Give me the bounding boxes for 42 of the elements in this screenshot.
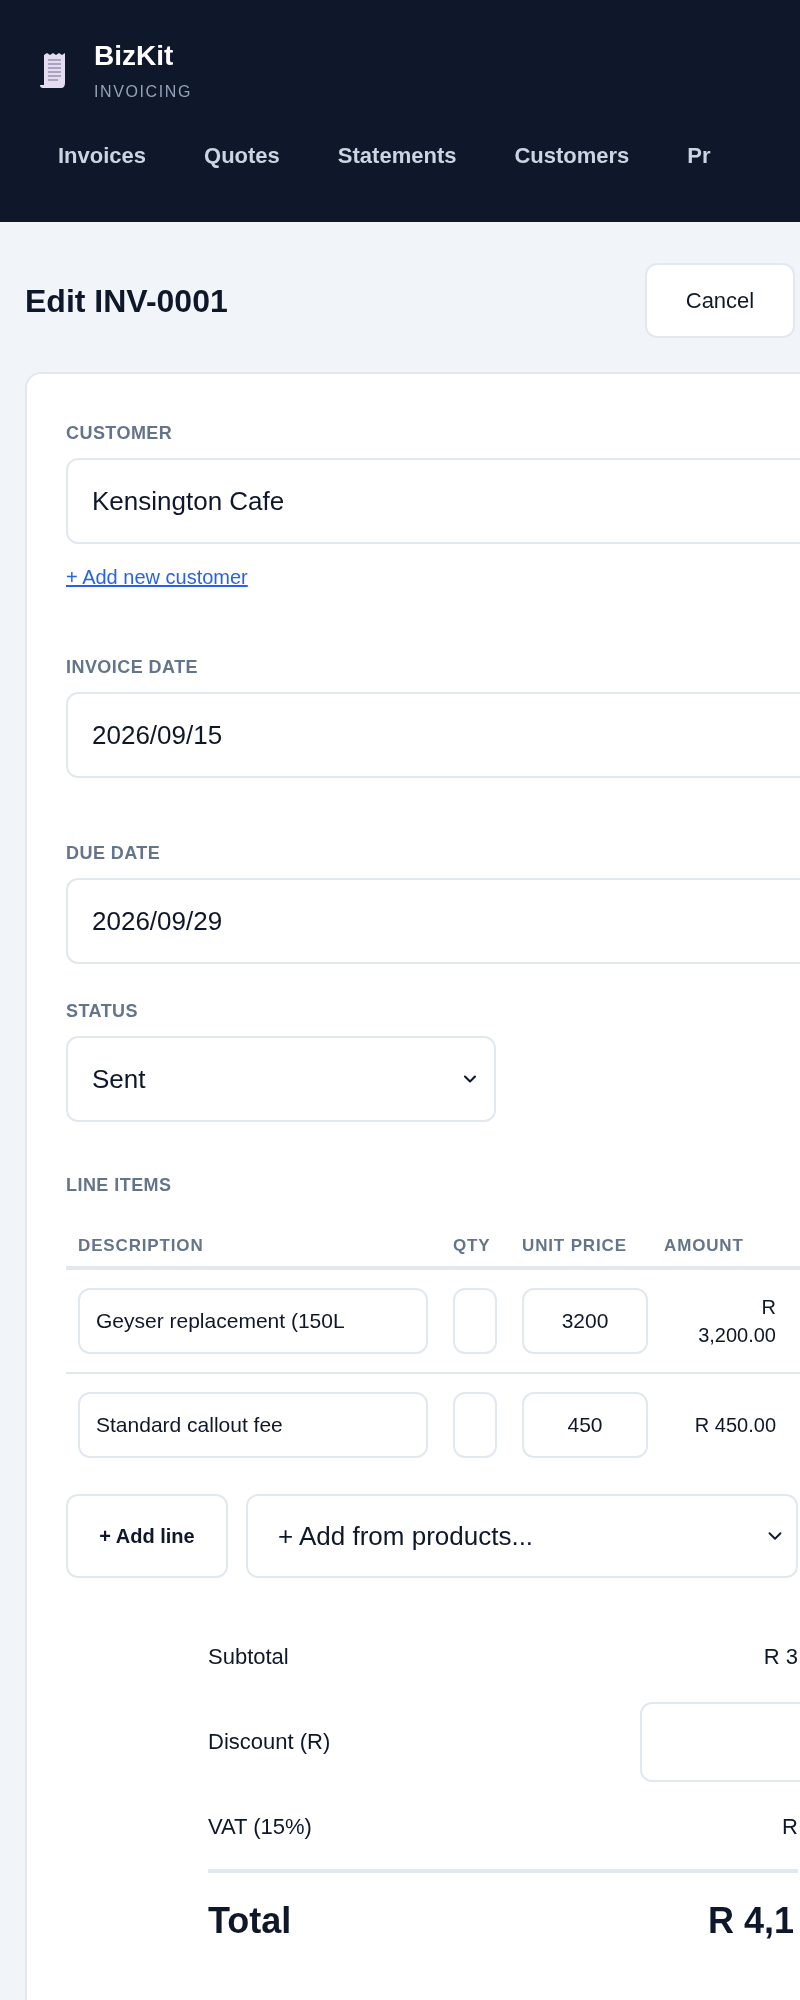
amount-text: R 450.00 xyxy=(694,1414,776,1436)
discount-input[interactable] xyxy=(640,1701,800,1782)
field-label: DUE DATE xyxy=(66,842,161,864)
add-from-products-select[interactable]: + Add from products... xyxy=(246,1494,798,1578)
description-input[interactable]: Standard callout fee xyxy=(78,1392,428,1458)
quantity-input[interactable] xyxy=(453,1288,497,1354)
amount-text: R 3,200.00 xyxy=(698,1296,776,1346)
field-label: STATUS xyxy=(66,1000,139,1022)
nav-link[interactable]: Invoices xyxy=(58,142,147,170)
app-subtitle: INVOICING xyxy=(94,82,192,102)
grand-total-label: Total xyxy=(208,1899,292,1943)
total-value: R 3 xyxy=(763,1643,798,1671)
nav-link[interactable]: Statements xyxy=(337,142,457,170)
field-label: CUSTOMER xyxy=(66,422,173,444)
date-input[interactable]: 2026/09/15 xyxy=(66,692,800,778)
nav-link[interactable]: Pr xyxy=(687,142,711,170)
status-select[interactable]: Sent xyxy=(66,1036,496,1122)
column-header: QTY xyxy=(453,1236,491,1256)
add-customer-link[interactable]: + Add new customer xyxy=(66,562,248,592)
grand-total-value: R 4,1 xyxy=(707,1899,794,1943)
add-line-button[interactable]: + Add line xyxy=(66,1494,228,1578)
description-input[interactable]: Geyser replacement (150L xyxy=(78,1288,428,1354)
page-title: Edit INV-0001 xyxy=(25,281,228,321)
date-input[interactable]: 2026/09/29 xyxy=(66,878,800,964)
field-label: LINE ITEMS xyxy=(66,1174,172,1196)
nav-link[interactable]: Quotes xyxy=(204,142,280,170)
field-label: INVOICE DATE xyxy=(66,656,199,678)
app-name: BizKit xyxy=(94,40,175,72)
total-label: Discount (R) xyxy=(208,1728,331,1756)
customer-select[interactable]: Kensington Cafe xyxy=(66,458,800,544)
unit-price-input[interactable]: 3200 xyxy=(522,1288,648,1354)
cancel-button[interactable]: Cancel xyxy=(645,263,795,338)
total-label: Subtotal xyxy=(208,1643,289,1671)
column-header: AMOUNT xyxy=(664,1236,744,1256)
total-value: R xyxy=(782,1813,798,1841)
total-label: VAT (15%) xyxy=(208,1813,312,1841)
column-header: DESCRIPTION xyxy=(78,1236,204,1256)
nav-link[interactable]: Customers xyxy=(514,142,630,170)
unit-price-input[interactable]: 450 xyxy=(522,1392,648,1458)
column-header: UNIT PRICE xyxy=(522,1236,627,1256)
quantity-input[interactable] xyxy=(453,1392,497,1458)
receipt-icon xyxy=(40,53,68,89)
